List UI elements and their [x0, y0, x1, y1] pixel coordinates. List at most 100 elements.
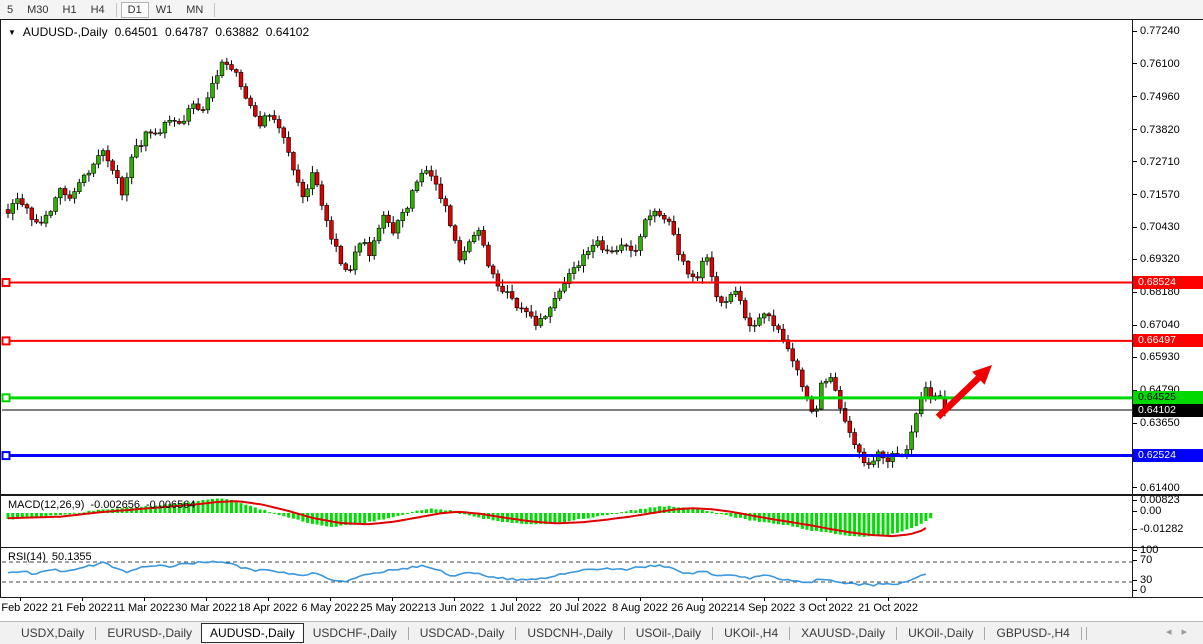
date-label: 25 May 2022	[360, 602, 424, 614]
tab-divider	[789, 627, 790, 640]
price-badge-0.66497: 0.66497	[1133, 334, 1203, 347]
date-tick-mark	[144, 597, 145, 601]
ohlc-close: 0.64102	[266, 25, 309, 39]
rsi-tick-mark	[1133, 560, 1137, 561]
date-tick-mark	[392, 597, 393, 601]
tab-scroll-left-icon[interactable]: ◂	[1166, 626, 1182, 638]
tab-usdcad-daily[interactable]: USDCAD-,Daily	[411, 623, 514, 643]
tab-divider	[712, 627, 713, 640]
date-label: 14 Sep 2022	[733, 602, 795, 614]
price-tick-mark	[1133, 96, 1137, 97]
price-tick-mark	[1133, 325, 1137, 326]
price-tick-label: 0.61400	[1140, 482, 1180, 494]
chart-title: ▼ AUDUSD-,Daily 0.64501 0.64787 0.63882 …	[8, 25, 309, 39]
macd-tick-label: -0.01282	[1140, 523, 1183, 535]
date-label: 1 Jul 2022	[491, 602, 542, 614]
chart-tab-bar: USDX,DailyEURUSD-,DailyAUDUSD-,DailyUSDC…	[0, 621, 1203, 644]
price-tick-label: 0.71570	[1140, 189, 1180, 201]
date-label: 6 May 2022	[301, 602, 358, 614]
date-label: 30 Mar 2022	[175, 602, 237, 614]
ohlc-open: 0.64501	[115, 25, 158, 39]
macd-tick-mark	[1133, 500, 1137, 501]
price-tick-label: 0.72710	[1140, 156, 1180, 168]
date-tick-mark	[330, 597, 331, 601]
price-tick-mark	[1133, 292, 1137, 293]
date-tick-mark	[702, 597, 703, 601]
date-tick-mark	[826, 597, 827, 601]
macd-value-main: -0.002656	[90, 499, 140, 511]
date-label: 20 Jul 2022	[550, 602, 607, 614]
date-label: 8 Aug 2022	[612, 602, 668, 614]
tab-divider	[1081, 627, 1082, 640]
tab-scroll-arrows: ◂▸	[1166, 625, 1197, 638]
tab-eurusd-daily[interactable]: EURUSD-,Daily	[98, 623, 201, 643]
date-tick-mark	[20, 597, 21, 601]
macd-pane-separator	[0, 494, 1203, 496]
tab-usoil-daily[interactable]: USOil-,Daily	[627, 623, 710, 643]
ohlc-low: 0.63882	[215, 25, 258, 39]
price-tick-mark	[1133, 423, 1137, 424]
tab-usdchf-daily[interactable]: USDCHF-,Daily	[304, 623, 406, 643]
date-tick-mark	[82, 597, 83, 601]
price-tick-label: 0.74960	[1140, 91, 1180, 103]
tab-divider	[896, 627, 897, 640]
date-tick-mark	[516, 597, 517, 601]
date-label: 2 Feb 2022	[0, 602, 48, 614]
rsi-tick-mark	[1133, 580, 1137, 581]
price-tick-label: 0.65930	[1140, 351, 1180, 363]
date-label: 18 Apr 2022	[238, 602, 297, 614]
price-tick-label: 0.69320	[1140, 253, 1180, 265]
tab-usdcnh-daily[interactable]: USDCNH-,Daily	[518, 623, 621, 643]
price-tick-label: 0.76100	[1140, 58, 1180, 70]
tab-divider	[1086, 627, 1087, 640]
date-label: 3 Oct 2022	[799, 602, 853, 614]
chart-symbol-label: AUDUSD-,Daily	[23, 25, 108, 39]
price-tick-label: 0.77240	[1140, 25, 1180, 37]
price-tick-label: 0.70430	[1140, 221, 1180, 233]
date-tick-mark	[268, 597, 269, 601]
price-tick-mark	[1133, 129, 1137, 130]
ohlc-high: 0.64787	[165, 25, 208, 39]
price-badge-0.64102: 0.64102	[1133, 404, 1203, 417]
tab-audusd-daily[interactable]: AUDUSD-,Daily	[201, 623, 304, 643]
rsi-value: 50.1355	[52, 551, 92, 563]
macd-tick-label: 0.00	[1140, 505, 1161, 517]
chart-left-border	[0, 19, 1, 598]
rsi-tick-mark	[1133, 550, 1137, 551]
price-badge-0.62524: 0.62524	[1133, 449, 1203, 462]
price-tick-label: 0.63650	[1140, 417, 1180, 429]
tab-ukoil-h4[interactable]: UKOil-,H4	[715, 623, 787, 643]
date-tick-mark	[888, 597, 889, 601]
macd-indicator-label: MACD(12,26,9) -0.002656 -0.006564	[8, 499, 196, 511]
chart-top-border	[0, 19, 1203, 20]
date-label: 26 Aug 2022	[671, 602, 733, 614]
date-tick-mark	[206, 597, 207, 601]
price-tick-mark	[1133, 161, 1137, 162]
price-tick-mark	[1133, 227, 1137, 228]
tab-gbpusd-h4[interactable]: GBPUSD-,H4	[987, 623, 1078, 643]
tab-usdx-daily[interactable]: USDX,Daily	[12, 623, 93, 643]
tab-divider	[624, 627, 625, 640]
macd-name: MACD(12,26,9)	[8, 499, 84, 511]
mt4-chart-window: 5M30H1H4D1W1MN ▼ AUDUSD-,Daily 0.64501 0…	[0, 0, 1203, 644]
price-tick-mark	[1133, 259, 1137, 260]
price-tick-mark	[1133, 487, 1137, 488]
macd-tick-mark	[1133, 511, 1137, 512]
price-tick-mark	[1133, 194, 1137, 195]
date-tick-mark	[578, 597, 579, 601]
date-label: 21 Feb 2022	[51, 602, 113, 614]
tab-scroll-right-icon[interactable]: ▸	[1181, 626, 1197, 638]
tab-divider	[95, 627, 96, 640]
price-tick-mark	[1133, 31, 1137, 32]
rsi-indicator-label: RSI(14) 50.1355	[8, 551, 92, 563]
macd-tick-mark	[1133, 529, 1137, 530]
date-axis-separator	[0, 597, 1203, 598]
rsi-pane-separator	[0, 547, 1203, 548]
tab-ukoil-daily[interactable]: UKOil-,Daily	[899, 623, 982, 643]
tab-divider	[984, 627, 985, 640]
date-label: 11 Mar 2022	[114, 602, 175, 614]
chart-menu-icon[interactable]: ▼	[8, 28, 16, 37]
rsi-name: RSI(14)	[8, 551, 46, 563]
tab-xauusd-daily[interactable]: XAUUSD-,Daily	[792, 623, 894, 643]
date-tick-mark	[454, 597, 455, 601]
